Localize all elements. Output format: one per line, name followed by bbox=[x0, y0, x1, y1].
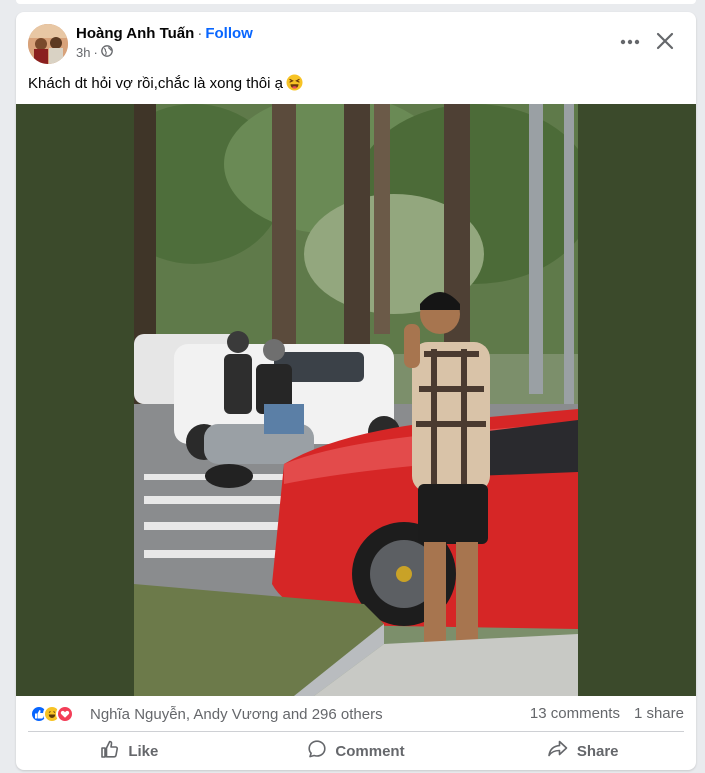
engagement-counts: 13 comments 1 share bbox=[530, 705, 684, 722]
reaction-icons[interactable] bbox=[30, 705, 74, 723]
reaction-names[interactable]: Nghĩa Nguyễn, Andy Vương and 296 others bbox=[90, 706, 383, 723]
action-divider bbox=[28, 731, 684, 732]
close-icon[interactable] bbox=[654, 30, 676, 52]
post-photo[interactable] bbox=[134, 104, 578, 696]
like-label: Like bbox=[128, 742, 159, 760]
share-arrow-icon bbox=[547, 739, 569, 763]
time-separator: · bbox=[93, 45, 98, 60]
share-label: Share bbox=[576, 742, 619, 760]
comment-button[interactable]: Comment bbox=[243, 733, 470, 769]
post-header: Hoàng Anh Tuấn · Follow 3h · bbox=[16, 12, 696, 68]
love-reaction-icon bbox=[56, 705, 74, 723]
share-button[interactable]: Share bbox=[469, 733, 696, 769]
share-count[interactable]: 1 share bbox=[634, 705, 684, 722]
post-author-line: Hoàng Anh Tuấn · Follow bbox=[76, 25, 253, 42]
post-caption: Khách dt hỏi vợ rồi,chắc là xong thôi ạ bbox=[28, 74, 303, 92]
more-options-icon[interactable] bbox=[618, 34, 642, 50]
squinting-tongue-emoji-icon bbox=[286, 74, 303, 91]
author-name[interactable]: Hoàng Anh Tuấn bbox=[76, 25, 194, 42]
comment-label: Comment bbox=[335, 742, 405, 760]
post-time[interactable]: 3h bbox=[76, 45, 90, 60]
post-stats: Nghĩa Nguyễn, Andy Vương and 296 others … bbox=[16, 696, 696, 732]
avatar[interactable] bbox=[28, 24, 68, 64]
author-separator: · bbox=[197, 25, 203, 42]
comment-bubble-icon bbox=[307, 739, 327, 763]
comment-count[interactable]: 13 comments bbox=[530, 705, 620, 722]
post-actions: Like Comment Share bbox=[16, 733, 696, 769]
caption-text: Khách dt hỏi vợ rồi,chắc là xong thôi ạ bbox=[28, 75, 283, 92]
previous-post-edge bbox=[16, 0, 696, 4]
follow-link[interactable]: Follow bbox=[205, 25, 253, 42]
thumbs-up-icon bbox=[100, 739, 120, 763]
globe-icon bbox=[100, 45, 113, 60]
post-meta: 3h · bbox=[76, 45, 113, 60]
post-media[interactable] bbox=[16, 104, 696, 696]
like-button[interactable]: Like bbox=[16, 733, 243, 769]
post-card: Hoàng Anh Tuấn · Follow 3h · Khách dt hỏi … bbox=[16, 12, 696, 770]
